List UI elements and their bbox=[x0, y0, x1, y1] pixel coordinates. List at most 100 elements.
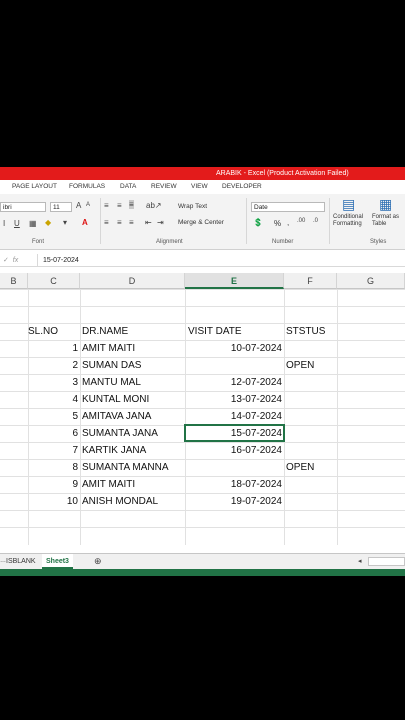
cell-status[interactable] bbox=[286, 493, 336, 510]
increase-font-icon[interactable]: A bbox=[76, 201, 81, 210]
underline-button[interactable]: U bbox=[14, 219, 20, 228]
decrease-font-icon[interactable]: A bbox=[86, 202, 90, 208]
header-visit-date[interactable]: VISIT DATE bbox=[188, 323, 282, 340]
italic-button[interactable]: I bbox=[3, 219, 5, 228]
window-title: ARABIK - Excel (Product Activation Faile… bbox=[216, 170, 349, 177]
sheet-tab-bar: … ISBLANK Sheet3 ⊕ ◂ bbox=[0, 553, 405, 569]
gridline bbox=[0, 323, 405, 324]
cell-status[interactable] bbox=[286, 408, 336, 425]
cell-visit-date[interactable] bbox=[185, 459, 282, 476]
column-header-g[interactable]: G bbox=[337, 273, 405, 289]
format-as-table-icon[interactable]: ▦ bbox=[379, 196, 392, 213]
cell-status[interactable] bbox=[286, 374, 336, 391]
cell-status[interactable]: OPEN bbox=[286, 459, 336, 476]
cell-slno[interactable]: 3 bbox=[28, 374, 78, 391]
comma-icon[interactable]: , bbox=[287, 218, 289, 227]
increase-indent-icon[interactable]: ⇥ bbox=[157, 218, 164, 227]
align-top-icon[interactable]: ≡ bbox=[104, 201, 109, 210]
sheet-grid[interactable]: SL.NO DR.NAME VISIT DATE STSTUS 1 AMIT MA… bbox=[0, 289, 405, 545]
tab-data[interactable]: DATA bbox=[120, 180, 136, 194]
scroll-left-icon[interactable]: ◂ bbox=[358, 554, 362, 569]
align-bottom-icon[interactable]: ≡ bbox=[129, 200, 134, 209]
column-header-b[interactable]: B bbox=[0, 273, 28, 289]
formula-bar-value[interactable]: 15-07-2024 bbox=[43, 254, 79, 267]
cell-slno[interactable]: 7 bbox=[28, 442, 78, 459]
gridline bbox=[0, 306, 405, 307]
fill-color-icon[interactable]: ◆ bbox=[45, 218, 51, 227]
tab-page-layout[interactable]: PAGE LAYOUT bbox=[12, 180, 57, 194]
cell-slno[interactable]: 6 bbox=[28, 425, 78, 442]
tab-review[interactable]: REVIEW bbox=[151, 180, 177, 194]
cell-dr-name[interactable]: AMITAVA JANA bbox=[82, 408, 184, 425]
sheet-tab-isblank[interactable]: ISBLANK bbox=[2, 554, 40, 569]
wrap-text-button[interactable]: Wrap Text bbox=[178, 203, 207, 210]
borders-icon[interactable]: ▦ bbox=[29, 219, 37, 228]
header-slno[interactable]: SL.NO bbox=[28, 323, 80, 340]
increase-decimal-icon[interactable]: .00 bbox=[297, 218, 305, 224]
cell-slno[interactable]: 8 bbox=[28, 459, 78, 476]
cell-slno[interactable]: 4 bbox=[28, 391, 78, 408]
align-left-icon[interactable]: ≡ bbox=[104, 218, 109, 227]
merge-center-button[interactable]: Merge & Center bbox=[178, 219, 224, 226]
tab-developer[interactable]: DEVELOPER bbox=[222, 180, 262, 194]
align-right-icon[interactable]: ≡ bbox=[129, 218, 134, 227]
header-status[interactable]: STSTUS bbox=[286, 323, 336, 340]
tab-view[interactable]: VIEW bbox=[191, 180, 208, 194]
cell-visit-date[interactable]: 10-07-2024 bbox=[185, 340, 282, 357]
cell-visit-date[interactable]: 18-07-2024 bbox=[185, 476, 282, 493]
orientation-icon[interactable]: ab↗ bbox=[146, 201, 162, 210]
header-dr-name[interactable]: DR.NAME bbox=[82, 323, 182, 340]
format-as-table-button[interactable]: Format as Table bbox=[372, 214, 399, 228]
cell-dr-name[interactable]: KARTIK JANA bbox=[82, 442, 184, 459]
column-header-c[interactable]: C bbox=[28, 273, 80, 289]
cell-dr-name[interactable]: SUMANTA MANNA bbox=[82, 459, 184, 476]
cell-dr-name[interactable]: AMIT MAITI bbox=[82, 340, 184, 357]
currency-icon[interactable]: 💲 bbox=[253, 218, 263, 227]
column-header-e[interactable]: E bbox=[185, 273, 284, 289]
sheet-tab-sheet3[interactable]: Sheet3 bbox=[42, 554, 73, 569]
column-header-d[interactable]: D bbox=[80, 273, 185, 289]
cell-status[interactable]: OPEN bbox=[286, 357, 336, 374]
cell-visit-date[interactable]: 16-07-2024 bbox=[185, 442, 282, 459]
percent-button[interactable]: % bbox=[274, 219, 281, 228]
font-color-a-icon[interactable]: A bbox=[82, 218, 88, 227]
cell-slno[interactable]: 10 bbox=[28, 493, 78, 510]
horizontal-scrollbar[interactable] bbox=[368, 557, 405, 566]
cell-visit-date[interactable]: 12-07-2024 bbox=[185, 374, 282, 391]
cell-status[interactable] bbox=[286, 340, 336, 357]
font-name-box[interactable]: ibri bbox=[0, 202, 46, 212]
cell-visit-date[interactable] bbox=[185, 357, 282, 374]
cell-dr-name[interactable]: AMIT MAITI bbox=[82, 476, 184, 493]
cell-dr-name[interactable]: ANISH MONDAL bbox=[82, 493, 184, 510]
font-name-value: ibri bbox=[3, 204, 12, 211]
cell-status[interactable] bbox=[286, 442, 336, 459]
cell-status[interactable] bbox=[286, 391, 336, 408]
tab-formulas[interactable]: FORMULAS bbox=[69, 180, 105, 194]
font-color-icon[interactable]: ▾ bbox=[63, 218, 67, 227]
conditional-formatting-icon[interactable]: ▤ bbox=[342, 196, 355, 213]
cell-status[interactable] bbox=[286, 476, 336, 493]
cell-slno[interactable]: 9 bbox=[28, 476, 78, 493]
conditional-formatting-button[interactable]: Conditional Formatting bbox=[333, 214, 363, 228]
font-size-box[interactable]: 11 bbox=[50, 202, 72, 212]
cell-dr-name[interactable]: KUNTAL MONI bbox=[82, 391, 184, 408]
cell-slno[interactable]: 2 bbox=[28, 357, 78, 374]
cell-status[interactable] bbox=[286, 425, 336, 442]
cell-slno[interactable]: 1 bbox=[28, 340, 78, 357]
cell-visit-date[interactable]: 19-07-2024 bbox=[185, 493, 282, 510]
cell-dr-name[interactable]: SUMANTA JANA bbox=[82, 425, 184, 442]
cell-slno[interactable]: 5 bbox=[28, 408, 78, 425]
cell-visit-date[interactable]: 13-07-2024 bbox=[185, 391, 282, 408]
cell-dr-name[interactable]: MANTU MAL bbox=[82, 374, 184, 391]
gridline bbox=[0, 510, 405, 511]
formula-bar[interactable]: ✓ fx 15-07-2024 bbox=[0, 254, 405, 267]
column-header-f[interactable]: F bbox=[284, 273, 337, 289]
cell-dr-name[interactable]: SUMAN DAS bbox=[82, 357, 184, 374]
cell-visit-date[interactable]: 14-07-2024 bbox=[185, 408, 282, 425]
number-format-box[interactable]: Date bbox=[251, 202, 325, 212]
decrease-indent-icon[interactable]: ⇤ bbox=[145, 218, 152, 227]
align-center-icon[interactable]: ≡ bbox=[117, 218, 122, 227]
add-sheet-icon[interactable]: ⊕ bbox=[94, 554, 102, 569]
decrease-decimal-icon[interactable]: .0 bbox=[313, 218, 318, 224]
align-middle-icon[interactable]: ≡ bbox=[117, 201, 122, 210]
